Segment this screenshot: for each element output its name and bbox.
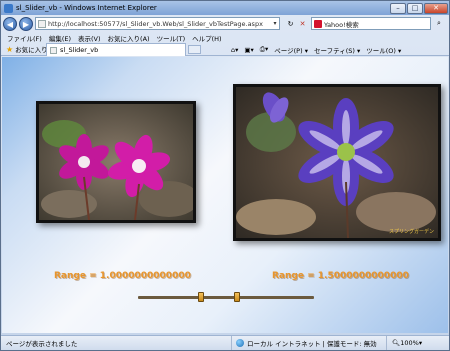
page-icon [38,19,46,28]
menu-bar: ファイル(F) 編集(E) 表示(V) お気に入り(A) ツール(T) ヘルプ(… [1,33,449,43]
star-icon: ★ [6,44,14,54]
window-title: sl_Slider_vb - Windows Internet Explorer [16,4,157,12]
slider-thumb-lower[interactable] [198,292,204,302]
status-bar: ページが表示されました ローカル イントラネット | 保護モード: 無効 🔍︎ … [1,335,449,350]
security-zone[interactable]: ローカル イントラネット | 保護モード: 無効 [231,336,386,350]
favorites-button[interactable]: ★ お気に入り [6,44,48,55]
menu-tools[interactable]: ツール(T) [157,33,186,43]
zoom-control[interactable]: 🔍︎ 100% ▾ [386,336,422,350]
menu-favorites[interactable]: お気に入り(A) [108,33,150,43]
search-label: Yahoo!検索 [324,20,359,29]
range-slider-track[interactable] [138,292,314,302]
back-button[interactable]: ◀ [3,17,17,31]
ie-app-icon [4,3,13,13]
search-box[interactable]: Yahoo!検索 [311,17,431,30]
feeds-icon[interactable]: ▣▾ [244,46,253,54]
safety-menu[interactable]: セーフティ(S) ▾ [314,45,360,55]
close-button[interactable]: ✕ [424,2,448,14]
page-menu[interactable]: ページ(P) ▾ [274,45,308,55]
minimize-button[interactable]: – [390,2,406,14]
zoom-level: 100% [400,339,419,347]
address-dropdown-icon[interactable]: ▾ [271,20,279,27]
zone-label: ローカル イントラネット | 保護モード: 無効 [247,340,377,348]
globe-icon [236,339,244,347]
yahoo-icon [314,19,322,28]
zoom-dropdown-icon[interactable]: ▾ [419,339,422,347]
menu-help[interactable]: ヘルプ(H) [192,33,221,43]
address-bar[interactable]: http://localhost:50577/sl_Slider_vb.Web/… [35,17,280,30]
flower-photo-pink [36,101,196,223]
print-icon[interactable]: ⎙▾ [260,45,268,54]
refresh-icon[interactable]: ↻ [285,18,296,29]
maximize-button[interactable]: □ [407,2,423,14]
command-bar: ⌂▾ ▣▾ ⎙▾ ページ(P) ▾ セーフティ(S) ▾ ツール(O) ▾ [231,43,407,56]
home-icon[interactable]: ⌂▾ [231,46,238,54]
address-url[interactable]: http://localhost:50577/sl_Slider_vb.Web/… [48,20,271,28]
slider-thumb-upper[interactable] [234,292,240,302]
flower-photo-purple: スプリングガーデン [233,84,441,241]
tab-page-icon [50,46,57,54]
forward-button[interactable]: ▶ [19,17,33,31]
menu-file[interactable]: ファイル(F) [7,33,42,43]
search-icon[interactable]: ⌕ [433,18,445,29]
tools-menu[interactable]: ツール(O) ▾ [366,45,401,55]
stop-icon[interactable]: ✕ [297,18,308,29]
title-bar: sl_Slider_vb - Windows Internet Explorer… [1,1,449,15]
zoom-icon: 🔍︎ [392,339,401,347]
browser-window: sl_Slider_vb - Windows Internet Explorer… [0,0,450,351]
tab-label: sl_Slider_vb [60,46,99,54]
menu-edit[interactable]: 編集(E) [49,33,71,43]
tab-sl-slider[interactable]: sl_Slider_vb [46,43,186,56]
page-content: スプリングガーデン Range = 1.0000000000000 Range … [2,57,448,333]
photo-caption: スプリングガーデン [389,228,434,235]
range-label-1: Range = 1.0000000000000 [54,271,191,281]
favorites-label: お気に入り [15,46,48,54]
new-tab-button[interactable] [188,45,201,54]
menu-view[interactable]: 表示(V) [78,33,101,43]
status-text: ページが表示されました [6,340,78,348]
navigation-bar: ◀ ▶ http://localhost:50577/sl_Slider_vb.… [1,15,449,33]
range-label-2: Range = 1.5000000000000 [272,271,409,281]
